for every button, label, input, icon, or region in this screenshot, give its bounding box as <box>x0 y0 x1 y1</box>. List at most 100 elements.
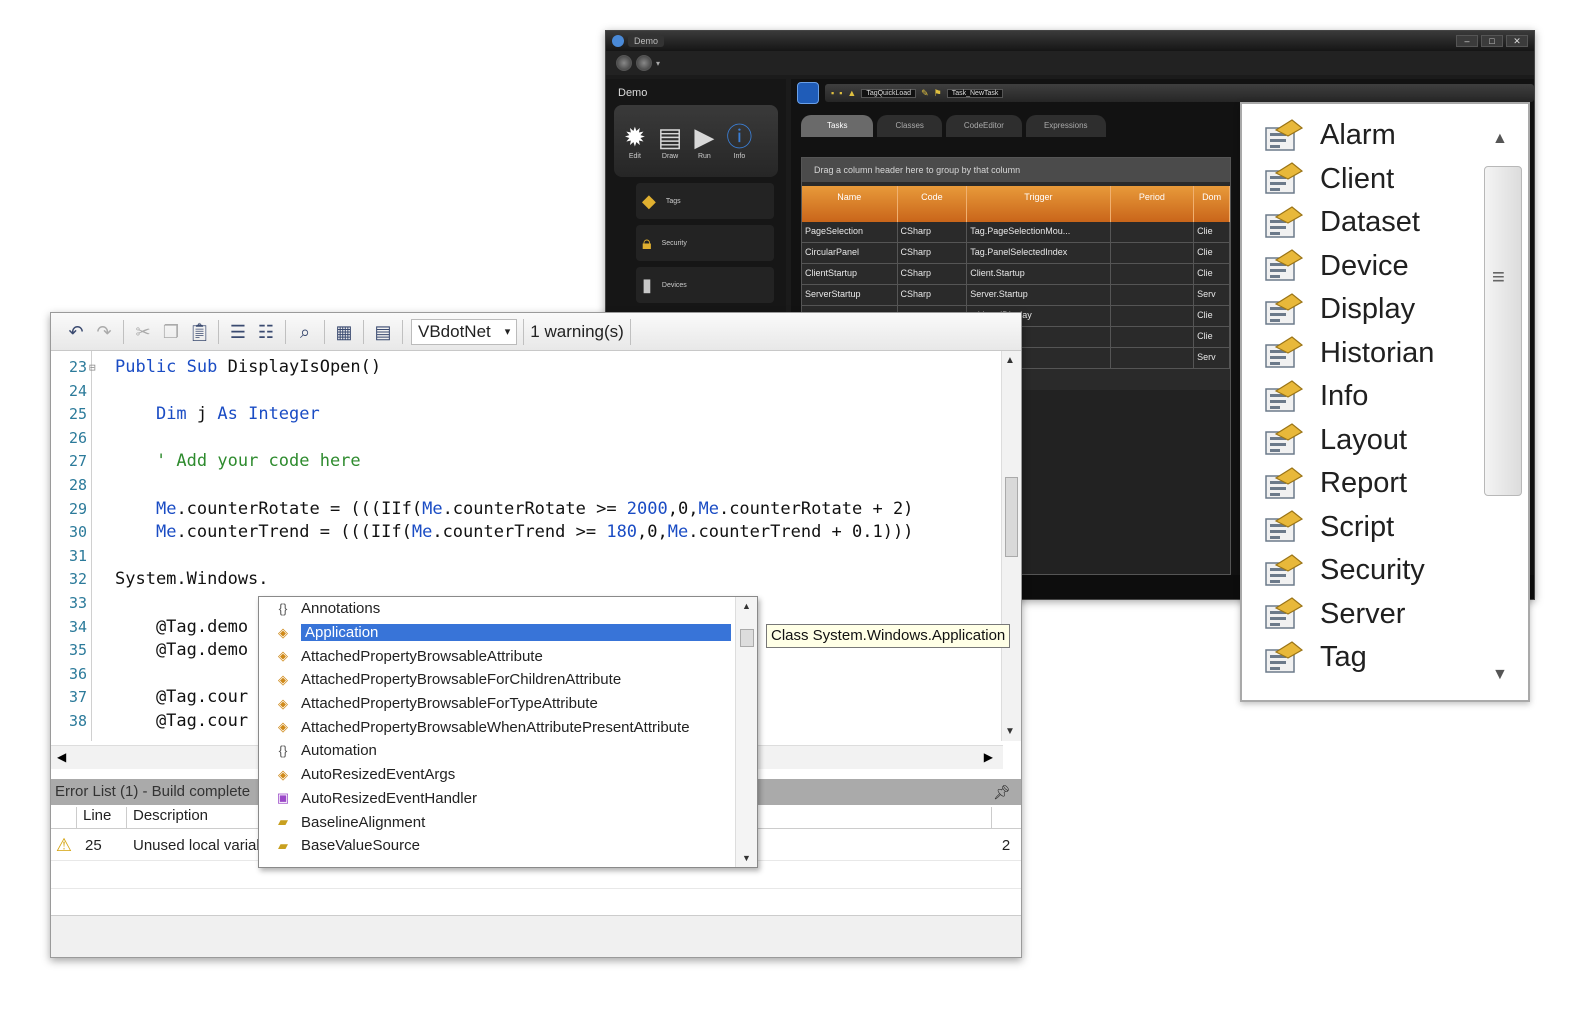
scroll-left-icon[interactable]: ◀ <box>57 750 66 764</box>
app-logo-icon[interactable] <box>797 82 819 104</box>
dropdown-item-historian[interactable]: Historian <box>1242 332 1478 376</box>
chevron-down-icon[interactable]: ▾ <box>656 59 660 68</box>
table-cell: Clie <box>1194 306 1231 326</box>
scroll-up-icon[interactable]: ▲ <box>742 601 751 611</box>
dropdown-item-security[interactable]: Security <box>1242 549 1478 593</box>
forward-button[interactable] <box>636 55 652 71</box>
column-header-line[interactable]: Line <box>77 807 127 828</box>
column-header-domain[interactable]: Dom <box>1194 186 1230 222</box>
scroll-thumb[interactable] <box>740 629 754 647</box>
properties-icon[interactable]: ▤ <box>372 321 394 343</box>
toolbar-icon[interactable]: ✎ <box>921 88 929 99</box>
toolbar-separator <box>363 319 364 344</box>
tab-tasks[interactable]: Tasks <box>801 115 874 137</box>
module-folder-icon <box>1262 640 1304 676</box>
task-selector-field[interactable]: Task_NewTask <box>946 88 1004 98</box>
sidebar-item-devices[interactable]: ▮ Devices <box>636 267 774 303</box>
line-number: 32 <box>68 570 87 589</box>
dropdown-item-tag[interactable]: Tag <box>1242 636 1478 680</box>
warnings-indicator[interactable]: 1 warning(s) <box>523 318 631 345</box>
tab-codeeditor[interactable]: CodeEditor <box>945 115 1022 137</box>
scroll-down-icon[interactable]: ▼ <box>742 853 751 863</box>
toolbar-icon[interactable]: ▪ <box>831 88 834 98</box>
uncomment-icon[interactable]: ☷ <box>255 321 277 343</box>
dropdown-item-display[interactable]: Display <box>1242 288 1478 332</box>
sidebar-item-tags[interactable]: ◆ Tags <box>636 183 774 219</box>
tab-classes[interactable]: Classes <box>877 115 942 137</box>
tag-quickload-field[interactable]: TagQuickLoad <box>861 88 917 98</box>
dropdown-item-client[interactable]: Client <box>1242 158 1478 202</box>
dropdown-item-server[interactable]: Server <box>1242 593 1478 637</box>
completion-item[interactable]: {} Automation <box>259 739 757 763</box>
ribbon-edit-button[interactable]: ✹ Edit <box>624 123 646 160</box>
toolbar-icon[interactable]: ▲ <box>847 88 856 98</box>
dropdown-item-dataset[interactable]: Dataset <box>1242 201 1478 245</box>
completion-label: AttachedPropertyBrowsableWhenAttributePr… <box>301 718 690 736</box>
table-row[interactable]: CircularPanel CSharp Tag.PanelSelectedInde… <box>802 243 1231 264</box>
language-select[interactable]: VBdotNet ▾ <box>411 318 518 345</box>
paste-icon[interactable]: 📋︎ <box>188 321 211 343</box>
completion-item[interactable]: ▣ AutoResizedEventHandler <box>259 787 757 811</box>
ribbon-label: Draw <box>661 152 679 160</box>
column-header-name[interactable]: Name <box>802 186 898 222</box>
redo-icon[interactable]: ↷ <box>93 321 115 343</box>
copy-icon[interactable]: ❐ <box>160 321 182 343</box>
back-button[interactable] <box>616 55 632 71</box>
table-row[interactable]: PageSelection CSharp Tag.PageSelectionMou.… <box>802 222 1231 243</box>
dropdown-item-device[interactable]: Device <box>1242 245 1478 289</box>
intellisense-scrollbar[interactable]: ▲ ▼ <box>735 597 757 867</box>
dropdown-item-layout[interactable]: Layout <box>1242 419 1478 463</box>
table-row[interactable]: ClientStartup CSharp Client.Startup Clie <box>802 264 1231 285</box>
info-icon: ⓘ <box>726 121 753 152</box>
minimize-button[interactable]: – <box>1456 35 1478 47</box>
close-button[interactable]: ✕ <box>1506 35 1528 47</box>
toolbar-icon[interactable]: ▪ <box>839 88 842 98</box>
column-header-period[interactable]: Period <box>1111 186 1195 222</box>
scroll-thumb[interactable] <box>1005 477 1018 557</box>
cut-icon[interactable]: ✂ <box>132 321 154 343</box>
scroll-right-icon[interactable]: ▶ <box>984 750 993 764</box>
completion-item[interactable]: ◈ AttachedPropertyBrowsableForTypeAttribu… <box>259 692 757 716</box>
scroll-up-icon[interactable]: ▲ <box>1005 355 1015 366</box>
dropdown-item-alarm[interactable]: Alarm <box>1242 114 1478 158</box>
column-header-trigger[interactable]: Trigger <box>967 186 1111 222</box>
table-row[interactable]: ServerStartup CSharp Server.Startup Serv <box>802 285 1231 306</box>
scroll-down-icon[interactable]: ▼ <box>1005 726 1015 737</box>
dropdown-item-report[interactable]: Report <box>1242 462 1478 506</box>
column-header-code[interactable]: Code <box>898 186 968 222</box>
ribbon-run-button[interactable]: ▶ Run <box>694 123 714 160</box>
ribbon-label: Edit <box>628 152 641 160</box>
app-icon <box>612 35 624 47</box>
completion-item[interactable]: {} Annotations <box>259 597 757 621</box>
completion-item[interactable]: ▰ BaselineAlignment <box>259 810 757 834</box>
module-folder-icon <box>1262 118 1304 154</box>
completion-item[interactable]: ◈ AttachedPropertyBrowsableWhenAttributeP… <box>259 715 757 739</box>
ribbon-draw-button[interactable]: ▤ Draw <box>658 123 683 160</box>
find-icon[interactable]: ⌕ <box>294 321 316 343</box>
calendar-icon[interactable]: ▦ <box>333 321 355 343</box>
completion-item[interactable]: ◈ AutoResizedEventArgs <box>259 763 757 787</box>
scroll-down-icon[interactable]: ▼ <box>1492 666 1508 684</box>
undo-icon[interactable]: ↶ <box>65 321 87 343</box>
completion-item[interactable]: ◈ AttachedPropertyBrowsableAttribute <box>259 644 757 668</box>
fold-toggle-icon[interactable]: ⊟ <box>89 361 103 374</box>
sidebar-item-security[interactable]: 🔒︎ Security <box>636 225 774 261</box>
completion-item[interactable]: ▰ BaseValueSource <box>259 834 757 858</box>
maximize-button[interactable]: □ <box>1481 35 1503 47</box>
completion-item[interactable]: ◈ Application <box>259 621 757 645</box>
ribbon-info-button[interactable]: ⓘ Info <box>726 123 752 160</box>
code-vertical-scrollbar[interactable]: ▲ ▼ <box>1001 351 1021 741</box>
dropdown-scrollbar[interactable]: ▲ ≡ ▼ <box>1482 114 1522 690</box>
dropdown-item-info[interactable]: Info <box>1242 375 1478 419</box>
pin-icon[interactable]: 📌︎ <box>993 779 1011 805</box>
dropdown-item-label: Display <box>1320 293 1416 326</box>
scroll-up-icon[interactable]: ▲ <box>1492 130 1508 148</box>
comment-icon[interactable]: ☰ <box>227 321 249 343</box>
toolbar-icon[interactable]: ⚑ <box>934 88 942 99</box>
tab-expressions[interactable]: Expressions <box>1025 115 1106 137</box>
dropdown-item-script[interactable]: Script <box>1242 506 1478 550</box>
scroll-thumb[interactable] <box>1484 166 1522 496</box>
completion-item[interactable]: ◈ AttachedPropertyBrowsableForChildrenAtt… <box>259 668 757 692</box>
line-number: 37 <box>68 688 87 707</box>
